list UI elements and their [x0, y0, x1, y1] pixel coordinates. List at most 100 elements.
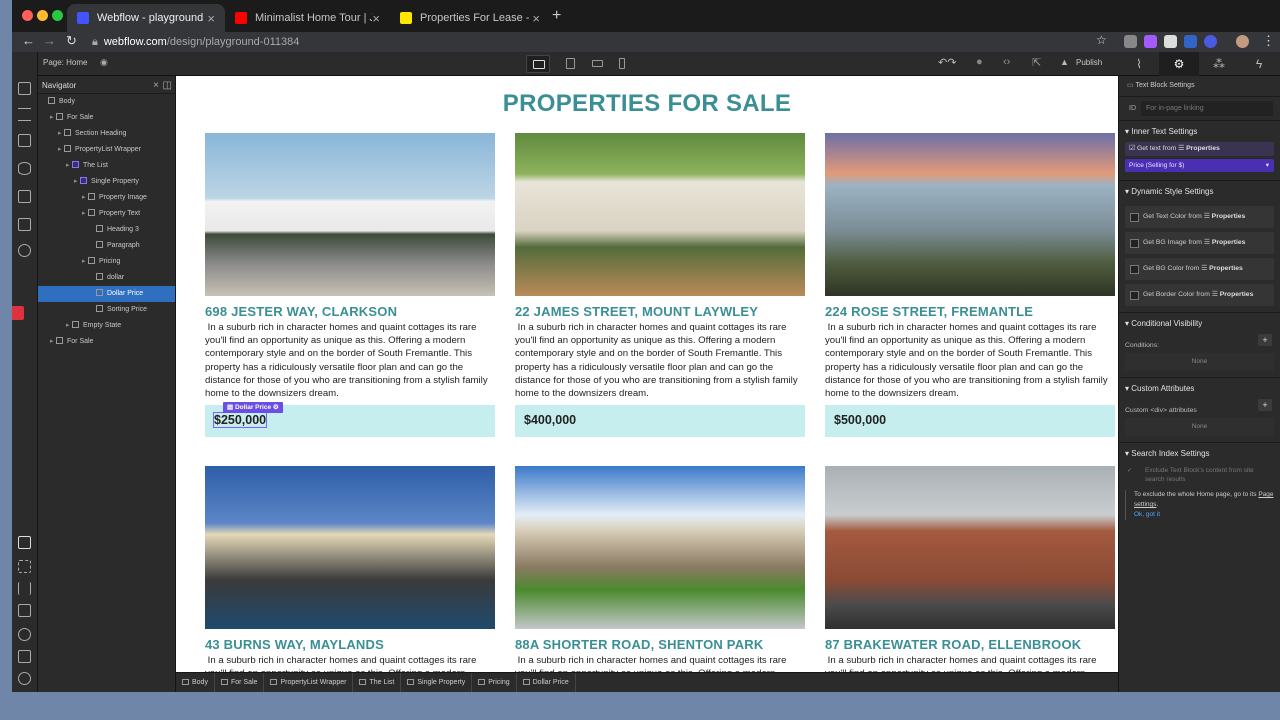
guides-icon[interactable]	[18, 582, 31, 595]
inner-text-section-header[interactable]: ▾ Inner Text Settings	[1119, 120, 1280, 142]
navigator-item[interactable]: ▸ PropertyList Wrapper	[38, 142, 175, 158]
assets-icon[interactable]	[18, 218, 31, 231]
extension-camera-icon[interactable]	[1124, 35, 1137, 48]
property-title[interactable]: 87 BRAKEWATER ROAD, ELLENBROOK	[825, 637, 1115, 652]
price-field-select[interactable]: Price (Selling for $) ▾	[1125, 159, 1274, 172]
tablet-breakpoint-button[interactable]	[558, 55, 582, 73]
property-image[interactable]	[205, 466, 495, 629]
marquee-icon[interactable]	[18, 560, 31, 573]
comments-icon[interactable]: ●	[976, 56, 983, 68]
mobile-landscape-breakpoint-button[interactable]	[586, 55, 610, 73]
minimize-window-button[interactable]	[37, 10, 48, 21]
navigator-item[interactable]: ▸ Property Image	[38, 190, 175, 206]
breadcrumb-item[interactable]: Dollar Price	[517, 672, 576, 692]
settings-icon[interactable]	[18, 244, 31, 257]
navigator-item[interactable]: Body	[38, 94, 175, 110]
property-title[interactable]: 43 BURNS WAY, MAYLANDS	[205, 637, 495, 652]
navigator-item[interactable]: Paragraph	[38, 238, 175, 254]
property-image[interactable]	[825, 466, 1115, 629]
add-attribute-button[interactable]: +	[1258, 399, 1272, 411]
close-tab-icon[interactable]: ×	[207, 11, 215, 26]
navigator-icon[interactable]	[18, 108, 31, 121]
exclude-checkbox[interactable]: ✓ Exclude Text Block's content from site…	[1119, 464, 1280, 484]
get-text-checkbox[interactable]: ☑ Get text from ☰ Properties	[1125, 142, 1274, 156]
pages-icon[interactable]	[18, 134, 31, 147]
dynamic-style-section-header[interactable]: ▾ Dynamic Style Settings	[1119, 180, 1280, 202]
add-element-icon[interactable]	[18, 82, 31, 95]
property-description[interactable]: In a suburb rich in character homes and …	[825, 321, 1115, 400]
property-card[interactable]: 698 JESTER WAY, CLARKSON In a suburb ric…	[205, 133, 495, 438]
conditional-visibility-header[interactable]: ▾ Conditional Visibility	[1119, 312, 1280, 334]
bookmark-star-icon[interactable]: ☆	[1096, 33, 1107, 47]
close-tab-icon[interactable]: ×	[372, 11, 380, 26]
select-tool-icon[interactable]	[18, 536, 31, 549]
extension-a-icon[interactable]	[1204, 35, 1217, 48]
property-card[interactable]: 22 JAMES STREET, MOUNT LAYWLEY In a subu…	[515, 133, 805, 438]
price-value[interactable]: $500,000	[834, 413, 886, 427]
code-icon[interactable]: ‹›	[1003, 56, 1010, 68]
export-icon[interactable]: ⇱	[1032, 56, 1041, 69]
back-arrow-icon[interactable]: ←	[22, 33, 35, 48]
publish-button[interactable]: Publish	[1076, 58, 1102, 67]
navigator-item[interactable]: ▸ Empty State	[38, 318, 175, 334]
navigator-item[interactable]: ▸ Property Text	[38, 206, 175, 222]
profile-avatar[interactable]	[1236, 35, 1249, 48]
maximize-window-button[interactable]	[52, 10, 63, 21]
interactions-tab[interactable]: ⁂	[1199, 52, 1239, 76]
desktop-breakpoint-button[interactable]	[526, 55, 550, 73]
close-window-button[interactable]	[22, 10, 33, 21]
property-card[interactable]: 87 BRAKEWATER ROAD, ELLENBROOK In a subu…	[825, 466, 1115, 672]
property-title[interactable]: 22 JAMES STREET, MOUNT LAYWLEY	[515, 304, 805, 319]
close-tab-icon[interactable]: ×	[532, 11, 540, 26]
extension-w-icon[interactable]	[1184, 35, 1197, 48]
navigator-item[interactable]: ▸ Pricing	[38, 254, 175, 270]
navigator-item[interactable]: dollar	[38, 270, 175, 286]
page-heading[interactable]: PROPERTIES FOR SALE	[176, 90, 1118, 118]
navigator-item[interactable]: Dollar Price	[38, 286, 175, 302]
extension-icon[interactable]	[1144, 35, 1157, 48]
browser-tab-properties[interactable]: Properties For Lease - Ray Whi ×	[390, 4, 550, 32]
browser-tab-youtube[interactable]: Minimalist Home Tour | Joshua ×	[225, 4, 390, 32]
browser-tab-webflow[interactable]: Webflow - playground ×	[67, 4, 225, 32]
breadcrumb-item[interactable]: PropertyList Wrapper	[264, 672, 354, 692]
menu-dots-icon[interactable]: ⋮	[1262, 33, 1275, 49]
property-title[interactable]: 698 JESTER WAY, CLARKSON	[205, 304, 495, 319]
breadcrumb-item[interactable]: For Sale	[215, 672, 265, 692]
property-price[interactable]: $400,000	[515, 405, 805, 438]
dynamic-style-option[interactable]: Get BG Image from ☰ Properties	[1125, 232, 1274, 254]
breadcrumb-item[interactable]: Pricing	[472, 672, 517, 692]
close-icon[interactable]: ×	[153, 80, 159, 91]
breadcrumb-item[interactable]: Single Property	[401, 672, 473, 692]
selected-element-tag[interactable]: ▤ Dollar Price ⚙	[223, 402, 283, 414]
page-selector[interactable]: Page: Home	[43, 58, 87, 67]
new-tab-button[interactable]: +	[552, 7, 561, 25]
custom-attributes-header[interactable]: ▾ Custom Attributes	[1119, 377, 1280, 399]
dynamic-style-option[interactable]: Get BG Color from ☰ Properties	[1125, 258, 1274, 280]
property-description[interactable]: In a suburb rich in character homes and …	[825, 654, 1115, 672]
navigator-item[interactable]: ▸ Section Heading	[38, 126, 175, 142]
settings-panel-tab[interactable]: ⚙	[1159, 52, 1199, 76]
layout-icon[interactable]	[18, 604, 31, 617]
price-value[interactable]: $400,000	[524, 413, 576, 427]
navigator-item[interactable]: Heading 3	[38, 222, 175, 238]
property-image[interactable]	[205, 133, 495, 296]
forward-arrow-icon[interactable]: →	[43, 33, 56, 48]
url-field[interactable]: 🔒︎ webflow.com/design/playground-011384	[92, 33, 1102, 51]
property-price[interactable]: $500,000	[825, 405, 1115, 438]
property-image[interactable]	[515, 466, 805, 629]
breadcrumb-item[interactable]: Body	[176, 672, 215, 692]
preview-eye-icon[interactable]: ◉	[100, 57, 108, 68]
search-index-header[interactable]: ▾ Search Index Settings	[1119, 442, 1280, 464]
navigator-item[interactable]: ▸ The List	[38, 158, 175, 174]
reload-icon[interactable]: ↻	[66, 33, 77, 49]
style-panel-tab[interactable]: ⌇	[1119, 52, 1159, 76]
navigator-item[interactable]: ▸ For Sale	[38, 334, 175, 350]
property-description[interactable]: In a suburb rich in character homes and …	[515, 654, 805, 672]
cms-icon[interactable]	[18, 162, 31, 175]
ecommerce-icon[interactable]	[18, 190, 31, 203]
dynamic-style-option[interactable]: Get Text Color from ☰ Properties	[1125, 206, 1274, 228]
property-description[interactable]: In a suburb rich in character homes and …	[515, 321, 805, 400]
property-price[interactable]: ▤ Dollar Price ⚙ $250,000	[205, 402, 495, 438]
help-icon[interactable]	[18, 672, 31, 685]
mobile-portrait-breakpoint-button[interactable]	[610, 55, 634, 73]
